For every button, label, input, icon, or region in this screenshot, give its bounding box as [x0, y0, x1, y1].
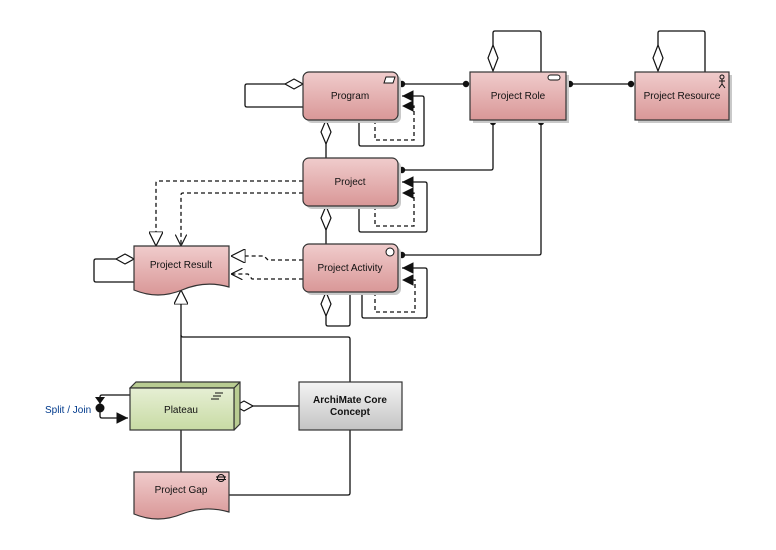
archimate-diagram: Program Project Role Project Resource Pr…	[45, 30, 732, 520]
activity-result-access[interactable]	[231, 274, 303, 279]
role-self-aggregation[interactable]	[492, 30, 542, 72]
plateau-label: Plateau	[164, 405, 198, 416]
resource-self-aggregation[interactable]	[657, 30, 706, 72]
node-project[interactable]: Project	[302, 157, 401, 209]
project-gap-label: Project Gap	[155, 485, 208, 496]
work-package-icon	[383, 76, 396, 84]
project-activity-label: Project Activity	[317, 263, 382, 274]
node-project-role[interactable]: Project Role	[469, 71, 569, 123]
project-result-label: Project Result	[150, 260, 212, 271]
core-result-realization[interactable]	[180, 334, 351, 382]
core-concept-label-1: ArchiMate Core	[313, 395, 387, 406]
project-result-access[interactable]	[181, 192, 303, 246]
project-result-realization[interactable]	[156, 180, 303, 246]
role-project-assignment[interactable]	[402, 120, 494, 171]
node-archimate-core-concept[interactable]: ArchiMate Core Concept	[298, 381, 403, 431]
split-join-label: Split / Join	[45, 405, 91, 416]
project-resource-label: Project Resource	[644, 91, 721, 102]
project-label: Project	[334, 177, 365, 188]
node-plateau[interactable]: Plateau	[128, 381, 241, 431]
project-role-label: Project Role	[491, 91, 546, 102]
node-project-gap[interactable]: Project Gap	[133, 471, 230, 520]
gap-core-association[interactable]	[229, 430, 351, 496]
event-icon	[385, 247, 395, 257]
activity-result-realization[interactable]	[231, 256, 303, 260]
role-icon	[547, 74, 561, 81]
program-label: Program	[331, 91, 369, 102]
node-program[interactable]: Program	[302, 71, 401, 123]
node-project-activity[interactable]: Project Activity	[302, 243, 401, 295]
split-join-junction[interactable]	[95, 403, 105, 413]
role-activity-assignment[interactable]	[402, 120, 542, 256]
activity-self-aggregation[interactable]	[325, 292, 351, 327]
node-project-resource[interactable]: Project Resource	[634, 71, 732, 123]
core-concept-label-2: Concept	[330, 407, 371, 418]
plateau-triggering-loop[interactable]	[99, 394, 130, 424]
node-project-result[interactable]: Project Result	[133, 245, 230, 296]
